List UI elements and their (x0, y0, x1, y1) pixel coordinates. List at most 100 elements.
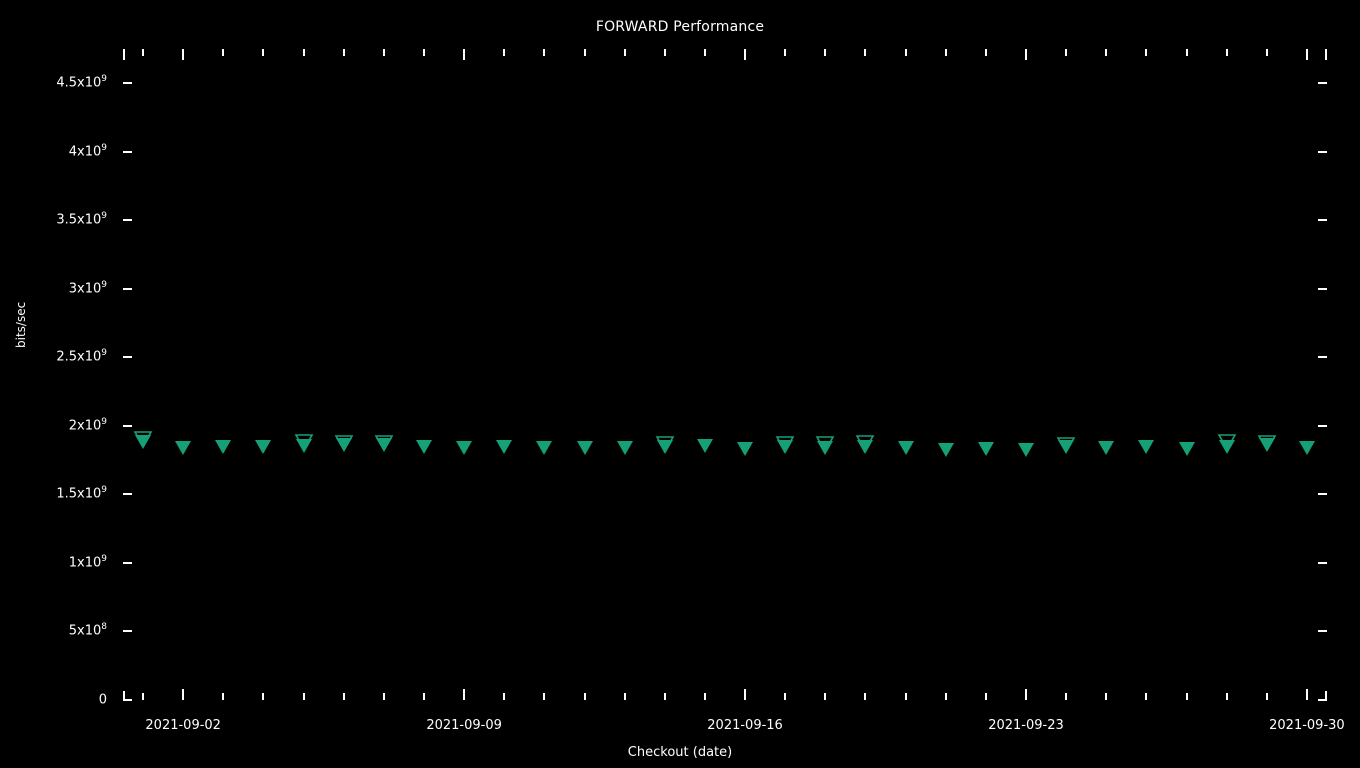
data-point-marker (416, 439, 432, 454)
x-tick-mark-top (503, 49, 506, 56)
data-point-marker (215, 440, 232, 455)
x-tick-label: 2021-09-09 (426, 718, 502, 733)
x-tick-mark-bottom (382, 693, 385, 700)
y-tick-mark-right (1318, 82, 1327, 85)
x-tick-mark-bottom (864, 693, 867, 700)
data-point-marker-secondary (775, 436, 795, 453)
y-tick-label: 1x109 (68, 554, 107, 571)
x-tick-mark-top (984, 49, 987, 56)
y-tick-label: 2.5x109 (56, 348, 107, 365)
data-point-marker (937, 442, 954, 457)
y-tick-label: 3x109 (68, 280, 107, 297)
data-point-marker (496, 440, 513, 455)
x-tick-mark-top (342, 49, 345, 56)
y-tick-label: 5x108 (68, 622, 107, 639)
y-axis-title: bits/sec (14, 301, 28, 348)
plot-area (123, 49, 1327, 701)
data-point-marker (737, 442, 754, 457)
x-tick-mark-bottom (182, 689, 185, 700)
x-tick-mark-top (1105, 49, 1108, 56)
x-tick-mark-bottom (703, 693, 706, 700)
data-point-marker (255, 439, 272, 454)
y-tick-mark-right (1318, 219, 1327, 222)
x-tick-mark-top (543, 49, 546, 56)
data-point-marker (897, 441, 914, 456)
y-tick-mark-right (1318, 630, 1327, 633)
chart-canvas: FORWARD Performance bits/sec Checkout (d… (0, 0, 1360, 768)
data-point-marker (1138, 439, 1155, 454)
data-point-marker (576, 440, 593, 455)
x-tick-mark-bottom (784, 693, 787, 700)
x-tick-mark-top (824, 49, 827, 56)
x-tick-mark-top (142, 49, 145, 56)
x-tick-mark-bottom (543, 693, 546, 700)
x-tick-mark-bottom (744, 689, 747, 700)
x-tick-mark-top (784, 49, 787, 56)
data-point-marker-secondary (294, 434, 313, 451)
y-tick-mark-right (1318, 356, 1327, 359)
x-tick-mark-top (1025, 49, 1027, 60)
y-tick-mark-left (123, 287, 132, 290)
x-tick-mark-top (423, 49, 425, 56)
x-tick-mark-bottom (1105, 693, 1108, 700)
x-tick-mark-top (1305, 49, 1308, 60)
x-tick-mark-bottom (1265, 693, 1268, 700)
y-tick-mark-left (123, 82, 132, 85)
x-tick-mark-bottom (1025, 689, 1027, 700)
data-point-marker (696, 439, 713, 454)
data-point-marker (1018, 442, 1034, 457)
x-tick-mark-top (382, 49, 385, 56)
data-point-marker (616, 441, 633, 456)
x-tick-mark-top (583, 49, 586, 56)
x-tick-mark-top (222, 49, 225, 56)
x-tick-mark-top (904, 49, 907, 56)
y-tick-mark-left (123, 150, 132, 153)
x-tick-label: 2021-09-02 (145, 718, 221, 733)
data-point-marker-secondary (374, 435, 394, 452)
y-tick-mark-right (1318, 493, 1327, 496)
data-point-marker (175, 441, 192, 456)
x-tick-mark-bottom (824, 693, 827, 700)
x-tick-label: 2021-09-30 (1269, 718, 1345, 733)
y-tick-label: 4x109 (68, 142, 107, 160)
x-axis-title: Checkout (date) (627, 745, 733, 760)
axis-corner-top-left (123, 49, 125, 60)
x-tick-mark-bottom (1065, 693, 1068, 700)
data-point-marker-secondary (815, 436, 835, 453)
data-point-marker (977, 441, 994, 456)
x-tick-mark-bottom (1185, 693, 1188, 700)
y-tick-label: 1.5x109 (56, 485, 107, 502)
y-tick-label: 0 (98, 692, 107, 708)
y-tick-mark-left (123, 630, 132, 633)
x-tick-mark-top (864, 49, 867, 56)
x-tick-mark-top (262, 49, 265, 56)
x-tick-label: 2021-09-16 (707, 718, 783, 733)
x-tick-mark-bottom (342, 693, 345, 700)
y-tick-label: 2x109 (68, 417, 107, 434)
data-point-marker (1298, 440, 1315, 455)
x-tick-mark-bottom (503, 693, 506, 700)
y-tick-mark-right (1318, 424, 1327, 427)
y-tick-mark-left (123, 219, 132, 222)
x-tick-mark-bottom (1305, 689, 1308, 700)
data-point-marker (536, 440, 553, 455)
data-point-marker-secondary (133, 430, 153, 448)
x-tick-mark-bottom (423, 693, 425, 700)
axis-corner-bottom-left (123, 691, 125, 700)
data-point-marker-secondary (334, 434, 354, 452)
x-tick-mark-top (1185, 49, 1188, 56)
data-point-marker-secondary (1056, 436, 1076, 454)
y-tick-mark-right (1318, 150, 1327, 153)
x-tick-mark-bottom (984, 693, 987, 700)
x-tick-mark-top (463, 49, 466, 60)
x-tick-mark-top (663, 49, 666, 56)
y-tick-mark-left (123, 356, 132, 359)
x-tick-mark-bottom (663, 693, 666, 700)
x-tick-mark-top (1265, 49, 1268, 56)
data-point-marker-secondary (1217, 433, 1237, 451)
x-tick-mark-top (1145, 49, 1148, 56)
axis-corner-bottom-right (1325, 691, 1327, 700)
x-tick-mark-top (302, 49, 305, 56)
x-tick-mark-bottom (222, 693, 225, 700)
x-tick-mark-bottom (302, 693, 305, 700)
